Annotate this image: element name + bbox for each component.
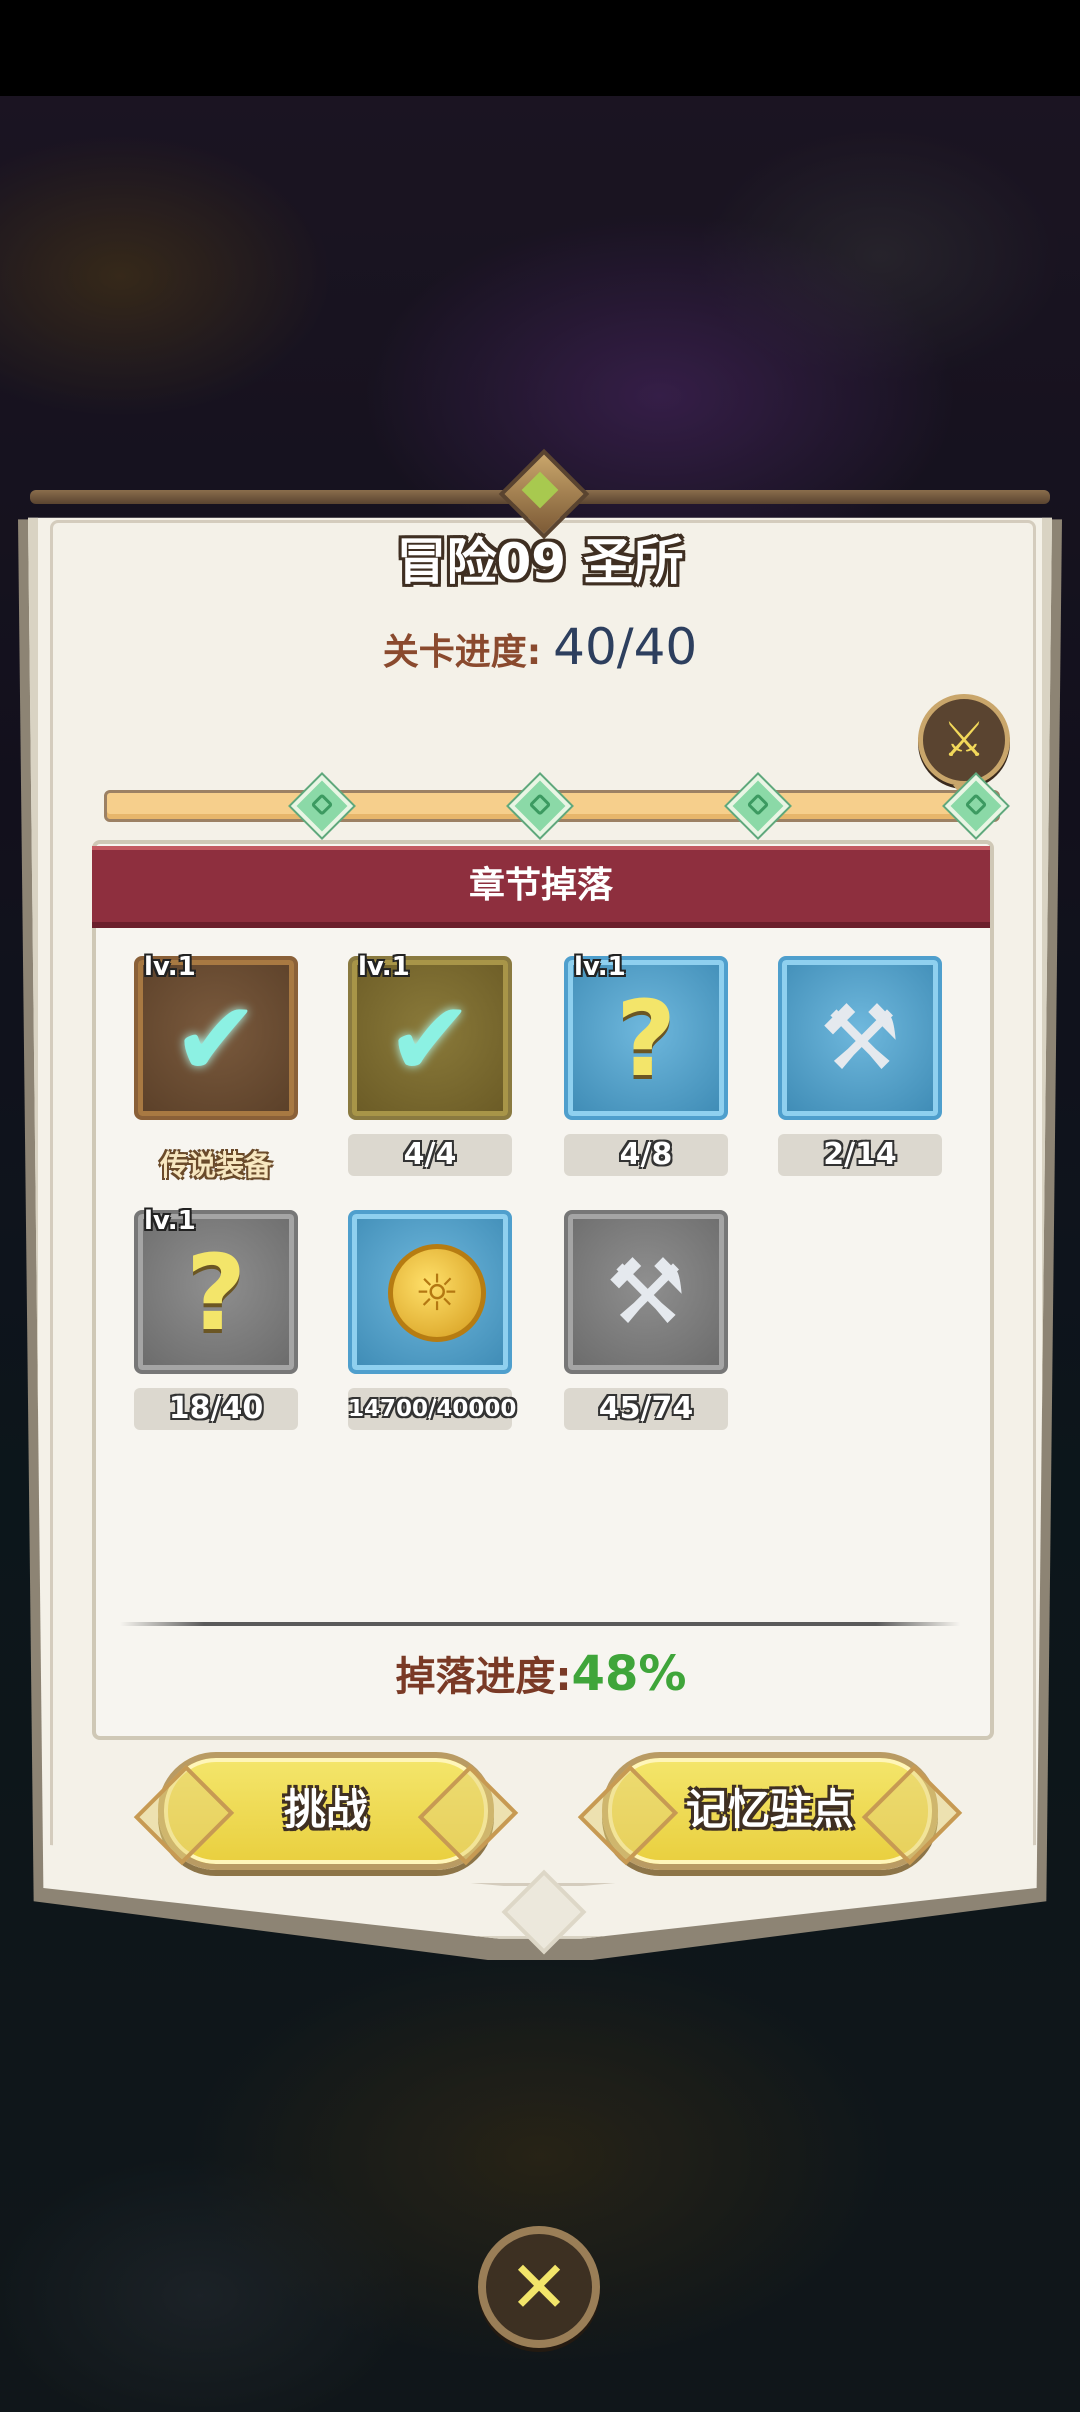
- drop-item-3[interactable]: ? lv.1: [564, 952, 728, 1120]
- dialog-title: 冒险09 圣所: [396, 533, 684, 591]
- drop-item-5[interactable]: ? lv.1: [134, 1206, 298, 1374]
- drop-divider: [120, 1622, 960, 1626]
- drop-item-6[interactable]: ☼: [348, 1210, 512, 1374]
- drop-progress-value: 48%: [571, 1646, 687, 1702]
- status-bar: [0, 0, 1080, 96]
- item-level: lv.1: [358, 952, 410, 982]
- chapter-drop-title: 章节掉落: [468, 865, 613, 906]
- item-level: lv.1: [144, 1206, 196, 1236]
- memory-checkpoint-button-label: 记忆驻点: [685, 1785, 854, 1834]
- stage-progress-label: 关卡进度:: [382, 632, 542, 673]
- hammer-icon: ⚒: [819, 986, 901, 1091]
- crossed-swords-icon: ⚔: [942, 712, 986, 768]
- stage-progress: 关卡进度: 40/40: [0, 618, 1080, 676]
- gold-coin-icon: ☼: [388, 1244, 486, 1342]
- drop-item-count: 45/74: [564, 1388, 728, 1430]
- armor-check-icon: ✔: [386, 978, 474, 1100]
- drop-item-7[interactable]: ⚒: [564, 1210, 728, 1374]
- drop-item-count: 2/14: [778, 1134, 942, 1176]
- mystery-armor-icon: ?: [185, 1232, 247, 1354]
- drop-item-count: 4/8: [564, 1134, 728, 1176]
- memory-checkpoint-button[interactable]: 记忆驻点: [602, 1752, 938, 1870]
- drop-item-caption: 传说装备: [159, 1149, 272, 1182]
- challenge-button[interactable]: 挑战: [158, 1752, 494, 1870]
- item-level: lv.1: [144, 952, 196, 982]
- battle-reward-badge[interactable]: ⚔: [918, 694, 1010, 799]
- drop-progress: 掉落进度:48%: [92, 1644, 990, 1702]
- drop-item-count: 4/4: [348, 1134, 512, 1176]
- drop-item-count: 14700/40000: [348, 1388, 516, 1430]
- challenge-button-label: 挑战: [283, 1785, 368, 1834]
- drop-item-4[interactable]: ⚒: [778, 956, 942, 1120]
- drop-item-2[interactable]: ✔ lv.1: [348, 952, 512, 1120]
- stage-progress-value: 40/40: [553, 618, 698, 676]
- mystery-armor-icon: ?: [615, 978, 677, 1100]
- hammer-icon: ⚒: [605, 1240, 687, 1345]
- armor-check-icon: ✔: [172, 978, 260, 1100]
- close-button[interactable]: ✕: [478, 2226, 600, 2348]
- item-level: lv.1: [574, 952, 626, 982]
- drop-item-1[interactable]: ✔ lv.1: [134, 952, 298, 1120]
- drop-progress-label: 掉落进度:: [395, 1654, 572, 1700]
- close-icon: ✕: [508, 2245, 570, 2329]
- drop-item-count: 18/40: [134, 1388, 298, 1430]
